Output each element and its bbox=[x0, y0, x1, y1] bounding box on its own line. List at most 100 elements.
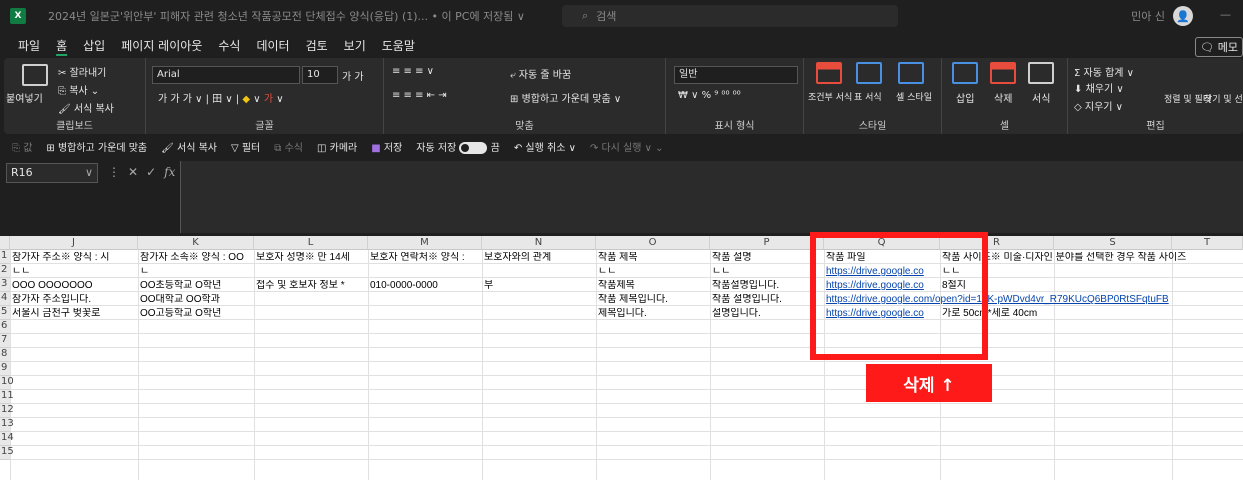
cell-k5[interactable]: OO고등학교 O학년 bbox=[138, 308, 254, 319]
find-select-button[interactable]: 찾기 및 선택 bbox=[1204, 92, 1243, 105]
cancel-icon[interactable]: ✕ bbox=[128, 163, 138, 181]
tab-insert[interactable]: 삽입 bbox=[75, 34, 113, 58]
cell-k4[interactable]: OO대학교 OO학과 bbox=[138, 294, 254, 305]
redo-button[interactable]: ↷ 다시 실행 ∨ ⌄ bbox=[590, 139, 664, 154]
cell-p2[interactable]: ㄴㄴ bbox=[710, 266, 824, 277]
row-header-5[interactable]: 5 bbox=[0, 306, 10, 320]
row-header-2[interactable]: 2 bbox=[0, 264, 10, 278]
row-header-11[interactable]: 11 bbox=[0, 390, 14, 404]
cell-k3[interactable]: OO초등학교 O학년 bbox=[138, 280, 254, 291]
tab-home[interactable]: 홈 bbox=[48, 34, 75, 58]
row-header-3[interactable]: 3 bbox=[0, 278, 10, 292]
autosave-toggle[interactable]: 자동 저장 끔 bbox=[416, 139, 500, 154]
row-header-9[interactable]: 9 bbox=[0, 362, 10, 376]
row-header-14[interactable]: 14 bbox=[0, 432, 14, 446]
align-top-icons[interactable]: ≡ ≡ ≡ ∨ bbox=[392, 66, 434, 77]
select-all-corner[interactable] bbox=[0, 236, 10, 250]
cell-style-icon[interactable] bbox=[898, 62, 924, 84]
tab-file[interactable]: 파일 bbox=[10, 34, 48, 58]
formula-input[interactable] bbox=[180, 161, 1243, 233]
enter-icon[interactable]: ✓ bbox=[146, 163, 156, 181]
cell-p1[interactable]: 작품 설명 bbox=[710, 252, 824, 263]
format-cells-button[interactable]: 서식 bbox=[1032, 90, 1050, 105]
autosum-button[interactable]: Σ 자동 합계 ∨ bbox=[1074, 64, 1134, 79]
cell-j4[interactable]: 참가자 주소입니다. bbox=[10, 294, 138, 305]
paste-values-button[interactable]: ⎘ 값 bbox=[12, 139, 32, 154]
cell-k1[interactable]: 참가자 소속※ 양식 : OO bbox=[138, 252, 254, 263]
table-format-icon[interactable] bbox=[856, 62, 882, 84]
qat-formula-button[interactable]: ⧉ 수식 bbox=[274, 139, 303, 154]
column-header-p[interactable]: P bbox=[710, 236, 824, 250]
undo-button[interactable]: ↶ 실행 취소 ∨ bbox=[514, 139, 576, 154]
table-format-button[interactable]: 표 서식 bbox=[854, 90, 882, 103]
clear-button[interactable]: ◇ 지우기 ∨ bbox=[1074, 98, 1123, 113]
row-header-13[interactable]: 13 bbox=[0, 418, 14, 432]
row-header-8[interactable]: 8 bbox=[0, 348, 10, 362]
cell-j5[interactable]: 서울시 금천구 벚꽃로 bbox=[10, 308, 138, 319]
row-header-7[interactable]: 7 bbox=[0, 334, 10, 348]
conditional-format-icon[interactable] bbox=[816, 62, 842, 84]
fill-button[interactable]: ⬇ 채우기 ∨ bbox=[1074, 80, 1124, 95]
name-box[interactable]: R16 ∨ bbox=[6, 163, 98, 183]
more-icon[interactable]: ⋮ bbox=[108, 163, 120, 181]
cut-button[interactable]: ✂ 잘라내기 bbox=[58, 64, 106, 79]
insert-cells-button[interactable]: 삽입 bbox=[956, 90, 974, 105]
font-size-select[interactable]: 10 bbox=[302, 66, 338, 84]
column-header-m[interactable]: M bbox=[368, 236, 482, 250]
chevron-down-icon[interactable]: ∨ bbox=[85, 164, 93, 182]
cell-l1[interactable]: 보호자 성명※ 만 14세 bbox=[254, 252, 368, 263]
cell-j2[interactable]: ㄴㄴ bbox=[10, 266, 138, 277]
column-header-k[interactable]: K bbox=[138, 236, 254, 250]
format-painter-button[interactable]: 🖌 서식 복사 bbox=[58, 100, 114, 115]
column-header-o[interactable]: O bbox=[596, 236, 710, 250]
font-grow-icon[interactable]: 가 가 bbox=[342, 68, 364, 83]
spreadsheet-grid[interactable]: J K L M N O P Q R S T 1 2 3 4 5 6 7 8 9 10 11 12 13 1… bbox=[0, 236, 1243, 480]
cell-n3[interactable]: 부 bbox=[482, 280, 596, 291]
cell-j3[interactable]: OOO OOOOOOO bbox=[10, 280, 138, 291]
row-header-1[interactable]: 1 bbox=[0, 250, 10, 264]
delete-cells-icon[interactable] bbox=[990, 62, 1016, 84]
column-header-s[interactable]: S bbox=[1054, 236, 1172, 250]
row-header-4[interactable]: 4 bbox=[0, 292, 10, 306]
cell-o5[interactable]: 제목입니다. bbox=[596, 308, 710, 319]
column-header-t[interactable]: T bbox=[1172, 236, 1243, 250]
row-header-15[interactable]: 15 bbox=[0, 446, 14, 460]
cell-o2[interactable]: ㄴㄴ bbox=[596, 266, 710, 277]
row-header-12[interactable]: 12 bbox=[0, 404, 14, 418]
cell-p3[interactable]: 작품설명입니다. bbox=[710, 280, 824, 291]
qat-merge-button[interactable]: ⊞ 병합하고 가운데 맞춤 bbox=[46, 139, 147, 154]
user-account[interactable]: 민아 신 👤 bbox=[1131, 6, 1193, 26]
cell-n1[interactable]: 보호자와의 관계 bbox=[482, 252, 596, 263]
row-header-6[interactable]: 6 bbox=[0, 320, 10, 334]
cell-o1[interactable]: 작품 제목 bbox=[596, 252, 710, 263]
cell-l3[interactable]: 접수 및 호보자 정보 * bbox=[254, 280, 368, 291]
font-style-buttons[interactable]: 가 가 가 ∨ | 田 ∨ | ◆ ∨ 가 ∨ bbox=[158, 90, 284, 105]
fill-color-icon[interactable]: ◆ bbox=[242, 94, 250, 105]
tab-page-layout[interactable]: 페이지 레이아웃 bbox=[113, 34, 210, 58]
column-header-l[interactable]: L bbox=[254, 236, 368, 250]
column-header-j[interactable]: J bbox=[10, 236, 138, 250]
paste-button[interactable]: 붙여넣기 bbox=[6, 90, 43, 105]
tab-data[interactable]: 데이터 bbox=[248, 34, 297, 58]
cell-k2[interactable]: ㄴ bbox=[138, 266, 254, 277]
avatar[interactable]: 👤 bbox=[1173, 6, 1193, 26]
column-header-n[interactable]: N bbox=[482, 236, 596, 250]
tab-view[interactable]: 보기 bbox=[336, 34, 374, 58]
cell-p4[interactable]: 작품 설명입니다. bbox=[710, 294, 824, 305]
tab-formulas[interactable]: 수식 bbox=[210, 34, 248, 58]
qat-filter-button[interactable]: ▽ 필터 bbox=[231, 139, 260, 154]
minimize-button[interactable]: — bbox=[1220, 8, 1231, 21]
autosave-switch[interactable] bbox=[459, 141, 488, 154]
insert-function-icon[interactable]: fx bbox=[164, 163, 175, 181]
cell-o3[interactable]: 작품제목 bbox=[596, 280, 710, 291]
number-format-icons[interactable]: ₩ ∨ % ⁹ ⁰⁰ ⁰⁰ bbox=[678, 90, 741, 101]
copy-button[interactable]: ⎘ 복사 ⌄ bbox=[58, 82, 99, 97]
font-name-select[interactable]: Arial bbox=[152, 66, 300, 84]
qat-format-painter-button[interactable]: 🖌 서식 복사 bbox=[161, 139, 217, 154]
format-cells-icon[interactable] bbox=[1028, 62, 1054, 84]
cell-m3[interactable]: 010-0000-0000 bbox=[368, 280, 482, 291]
cell-j1[interactable]: 참가자 주소※ 양식 : 시 bbox=[10, 252, 138, 263]
cell-style-button[interactable]: 셀 스타일 bbox=[896, 90, 932, 103]
number-format-select[interactable]: 일반 bbox=[674, 66, 798, 84]
search-box[interactable]: ⌕ 검색 bbox=[562, 5, 898, 27]
